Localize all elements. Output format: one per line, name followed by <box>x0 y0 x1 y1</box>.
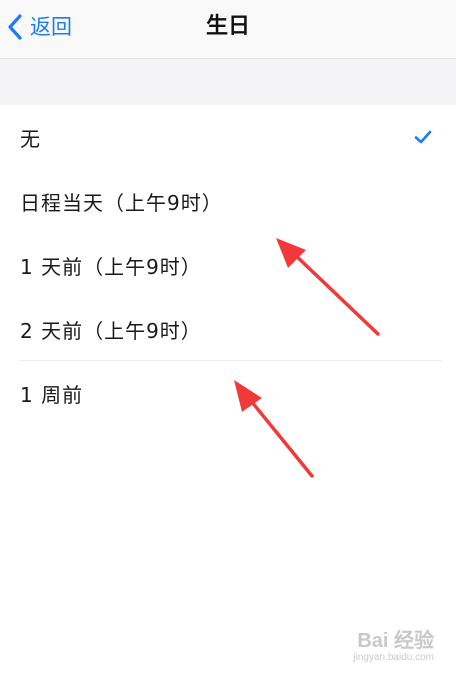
navigation-bar: 返回 生日 <box>0 0 456 59</box>
option-label: 无 <box>20 126 41 151</box>
option-2-days-before[interactable]: 2 天前（上午9时） <box>0 297 456 361</box>
option-label: 1 周前 <box>20 382 84 407</box>
section-spacer <box>0 59 456 105</box>
checkmark-icon <box>414 130 432 144</box>
option-1-week-before[interactable]: 1 周前 <box>0 361 456 425</box>
option-none[interactable]: 无 <box>0 105 456 169</box>
option-1-day-before[interactable]: 1 天前（上午9时） <box>0 233 456 297</box>
watermark: Bai 经验 jingyan.baidu.com <box>353 630 434 664</box>
option-same-day[interactable]: 日程当天（上午9时） <box>0 169 456 233</box>
option-label: 2 天前（上午9时） <box>20 318 202 343</box>
page-title: 生日 <box>205 14 250 39</box>
reminder-options-list: 无 日程当天（上午9时） 1 天前（上午9时） 2 天前（上午9时） 1 周前 <box>0 105 456 425</box>
option-label: 日程当天（上午9时） <box>20 190 223 215</box>
watermark-logo: Bai 经验 <box>357 630 434 652</box>
option-label: 1 天前（上午9时） <box>20 254 202 279</box>
screen: 返回 生日 无 日程当天（上午9时） 1 天前（上午9时） 2 天前（上午9时）… <box>0 0 456 676</box>
watermark-url: jingyan.baidu.com <box>353 652 434 663</box>
